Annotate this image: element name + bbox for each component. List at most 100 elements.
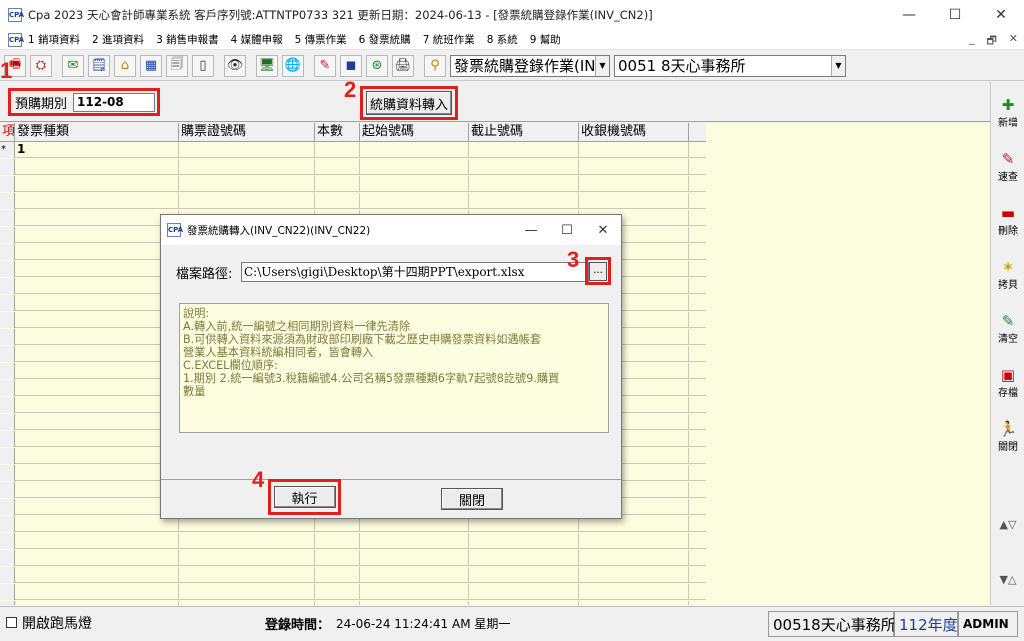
toolbar-settings-icon[interactable]: ⛭ bbox=[30, 54, 52, 77]
table-cell[interactable] bbox=[15, 601, 179, 605]
table-cell[interactable] bbox=[315, 550, 360, 566]
grid-header-books[interactable]: 本數 bbox=[315, 123, 360, 142]
toolbar-copy-icon[interactable]: 🗐 bbox=[166, 54, 188, 77]
table-cell[interactable] bbox=[469, 193, 579, 209]
scroll-down-icon[interactable]: ▼△ bbox=[993, 559, 1023, 599]
row-header[interactable] bbox=[0, 567, 15, 583]
menu-item-help[interactable]: 9 幫助 bbox=[530, 32, 561, 47]
menu-item-sales[interactable]: 1 銷項資料 bbox=[28, 32, 80, 47]
row-header[interactable] bbox=[0, 397, 15, 413]
table-cell[interactable] bbox=[315, 159, 360, 175]
table-cell[interactable] bbox=[15, 448, 179, 464]
table-cell[interactable] bbox=[579, 601, 689, 605]
grid-header-invoice-type[interactable]: 發票種類 bbox=[15, 123, 179, 142]
row-header[interactable] bbox=[0, 499, 15, 515]
menu-item-purchase[interactable]: 2 進項資料 bbox=[92, 32, 144, 47]
table-cell[interactable] bbox=[15, 414, 179, 430]
toolbar-notes-icon[interactable]: 🗒 bbox=[88, 54, 110, 77]
table-cell[interactable] bbox=[15, 567, 179, 583]
row-header[interactable] bbox=[0, 533, 15, 549]
dialog-close-icon[interactable]: ✕ bbox=[585, 215, 621, 245]
table-cell[interactable] bbox=[360, 550, 469, 566]
dialog-minimize-icon[interactable]: — bbox=[513, 215, 549, 245]
row-header[interactable] bbox=[0, 295, 15, 311]
toolbar-edit-icon[interactable]: ✎ bbox=[314, 54, 336, 77]
table-cell[interactable] bbox=[15, 584, 179, 600]
table-cell[interactable] bbox=[15, 278, 179, 294]
table-cell[interactable] bbox=[579, 176, 689, 192]
row-header[interactable] bbox=[0, 227, 15, 243]
table-cell[interactable] bbox=[315, 193, 360, 209]
table-cell[interactable] bbox=[360, 601, 469, 605]
row-header[interactable] bbox=[0, 550, 15, 566]
toolbar-window-icon[interactable]: ◼ bbox=[340, 54, 362, 77]
row-header[interactable] bbox=[0, 193, 15, 209]
table-cell[interactable] bbox=[315, 584, 360, 600]
add-button[interactable]: ✚ 新增 bbox=[993, 88, 1023, 136]
table-cell[interactable] bbox=[469, 533, 579, 549]
table-cell[interactable] bbox=[315, 601, 360, 605]
row-header[interactable] bbox=[0, 414, 15, 430]
toolbar-calendar-icon[interactable]: ▦ bbox=[140, 54, 162, 77]
table-row[interactable] bbox=[0, 550, 706, 566]
row-header[interactable] bbox=[0, 261, 15, 277]
execute-button[interactable]: 執行 bbox=[273, 486, 336, 508]
table-cell[interactable] bbox=[179, 142, 315, 158]
table-cell[interactable] bbox=[469, 142, 579, 158]
row-header[interactable] bbox=[0, 465, 15, 481]
table-cell[interactable] bbox=[579, 193, 689, 209]
table-cell[interactable] bbox=[15, 380, 179, 396]
table-cell[interactable] bbox=[15, 159, 179, 175]
toolbar-mail-icon[interactable]: ✉ bbox=[62, 54, 84, 77]
row-header[interactable] bbox=[0, 244, 15, 260]
table-cell[interactable] bbox=[179, 584, 315, 600]
grid-header-register-no[interactable]: 收銀機號碼 bbox=[579, 123, 689, 142]
grid-header-start-no[interactable]: 起始號碼 bbox=[360, 123, 469, 142]
row-header[interactable] bbox=[0, 312, 15, 328]
table-cell[interactable] bbox=[360, 584, 469, 600]
dialog-maximize-icon[interactable]: ☐ bbox=[549, 215, 585, 245]
table-cell[interactable] bbox=[315, 533, 360, 549]
mdi-restore-icon[interactable]: 🗗 bbox=[986, 32, 996, 51]
quick-search-button[interactable]: ✎ 速查 bbox=[993, 142, 1023, 190]
toolbar-globe-icon[interactable]: 🌐 bbox=[282, 54, 304, 77]
table-cell[interactable] bbox=[15, 550, 179, 566]
row-header[interactable] bbox=[0, 516, 15, 532]
row-header[interactable] bbox=[0, 431, 15, 447]
table-cell[interactable] bbox=[179, 176, 315, 192]
table-cell[interactable] bbox=[15, 295, 179, 311]
browse-button[interactable]: ... bbox=[589, 261, 607, 281]
table-cell[interactable] bbox=[360, 142, 469, 158]
toolbar-home-icon[interactable]: ⌂ bbox=[114, 54, 136, 77]
dialog-close-button[interactable]: 關閉 bbox=[441, 488, 503, 510]
row-header[interactable] bbox=[0, 601, 15, 605]
marquee-checkbox[interactable] bbox=[6, 617, 17, 628]
table-cell[interactable] bbox=[179, 159, 315, 175]
table-cell[interactable] bbox=[360, 567, 469, 583]
clear-button[interactable]: ✎ 清空 bbox=[993, 304, 1023, 352]
row-header[interactable] bbox=[0, 363, 15, 379]
menu-item-system[interactable]: 8 系統 bbox=[487, 32, 518, 47]
table-cell[interactable] bbox=[315, 567, 360, 583]
table-cell[interactable] bbox=[579, 159, 689, 175]
table-cell[interactable] bbox=[15, 516, 179, 532]
table-cell[interactable] bbox=[15, 533, 179, 549]
table-cell[interactable] bbox=[15, 312, 179, 328]
table-cell[interactable] bbox=[179, 193, 315, 209]
table-cell[interactable] bbox=[360, 193, 469, 209]
table-row[interactable] bbox=[0, 567, 706, 583]
table-cell[interactable] bbox=[579, 142, 689, 158]
import-purchase-data-button[interactable]: 統購資料轉入 bbox=[366, 91, 452, 115]
copy-button[interactable]: ✶ 拷貝 bbox=[993, 250, 1023, 298]
save-button[interactable]: ▣ 存檔 bbox=[993, 358, 1023, 406]
grid-header-voucher-no[interactable]: 購票證號碼 bbox=[179, 123, 315, 142]
table-cell[interactable] bbox=[15, 499, 179, 515]
row-header[interactable] bbox=[0, 159, 15, 175]
table-cell[interactable] bbox=[15, 193, 179, 209]
close-icon[interactable]: ✕ bbox=[978, 0, 1024, 30]
table-cell[interactable] bbox=[579, 550, 689, 566]
table-cell[interactable] bbox=[579, 533, 689, 549]
maximize-icon[interactable]: ☐ bbox=[932, 0, 978, 30]
row-header[interactable] bbox=[0, 329, 15, 345]
menu-item-voucher[interactable]: 5 傳票作業 bbox=[295, 32, 347, 47]
